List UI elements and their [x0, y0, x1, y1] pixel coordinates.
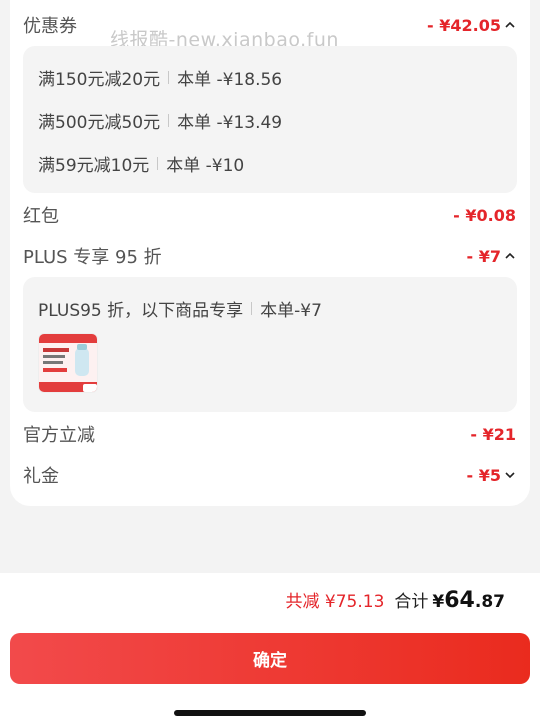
- plus-row[interactable]: PLUS 专享 95 折 - ¥7: [23, 241, 516, 271]
- product-image-icon: [39, 334, 97, 392]
- plus-value: - ¥7: [467, 247, 516, 266]
- red-packet-label: 红包: [23, 206, 59, 227]
- coupon-name: 满59元减10元: [38, 155, 150, 176]
- coupon-name: 满150元减20元: [38, 69, 161, 90]
- confirm-button[interactable]: 确定: [10, 633, 530, 684]
- plus-note-line: PLUS95 折，以下商品专享 本单-¥7: [38, 296, 322, 321]
- coupon-detail: 本单 -¥18.56: [177, 69, 283, 90]
- official-discount-row[interactable]: 官方立减 - ¥21: [23, 419, 516, 449]
- chevron-up-icon[interactable]: [504, 19, 516, 31]
- coupon-list: 满150元减20元 本单 -¥18.56 满500元减50元 本单 -¥13.4…: [23, 46, 517, 193]
- footer-bar: 共减 ¥75.13 合计 ¥ 64 .87 确定: [0, 573, 540, 726]
- red-packet-row[interactable]: 红包 - ¥0.08: [23, 200, 516, 230]
- gift-money-label: 礼金: [23, 466, 59, 487]
- list-item[interactable]: 满150元减20元 本单 -¥18.56: [38, 65, 283, 90]
- plus-label: PLUS 专享 95 折: [23, 247, 162, 268]
- totals: 共减 ¥75.13 合计 ¥ 64 .87: [286, 587, 505, 613]
- official-discount-label: 官方立减: [23, 425, 95, 446]
- divider: [168, 113, 170, 127]
- official-discount-value: - ¥21: [470, 424, 516, 444]
- total-currency: ¥: [432, 592, 445, 612]
- coupon-value: - ¥42.05: [427, 16, 516, 35]
- red-packet-value: - ¥0.08: [453, 205, 516, 225]
- product-thumbnail[interactable]: [38, 333, 98, 393]
- total-decimal: .87: [474, 592, 505, 612]
- discount-card: 优惠券 - ¥42.05 线报酷-new.xianbao.fun 满150元减2…: [10, 0, 530, 506]
- plus-amount: - ¥7: [466, 246, 501, 266]
- plus-detail-box: PLUS95 折，以下商品专享 本单-¥7: [23, 277, 517, 412]
- coupon-label: 优惠券: [23, 16, 77, 37]
- gift-money-amount: - ¥5: [466, 465, 501, 485]
- plus-detail: 本单-¥7: [260, 300, 322, 321]
- coupon-detail: 本单 -¥10: [166, 155, 245, 176]
- coupon-name: 满500元减50元: [38, 112, 161, 133]
- chevron-up-icon[interactable]: [504, 250, 516, 262]
- chevron-down-icon[interactable]: [504, 469, 516, 481]
- total-saved: 共减 ¥75.13: [285, 592, 385, 612]
- list-item[interactable]: 满59元减10元 本单 -¥10: [38, 151, 245, 176]
- gift-money-row[interactable]: 礼金 - ¥5: [23, 460, 516, 490]
- divider: [157, 156, 159, 170]
- coupon-amount: - ¥42.05: [427, 15, 501, 35]
- plus-note: PLUS95 折，以下商品专享: [38, 300, 244, 321]
- coupon-detail: 本单 -¥13.49: [177, 112, 283, 133]
- total-label: 合计: [394, 592, 429, 612]
- total-integer: 64: [444, 588, 475, 613]
- list-item[interactable]: 满500元减50元 本单 -¥13.49: [38, 108, 283, 133]
- gift-money-value: - ¥5: [467, 466, 516, 485]
- divider: [168, 70, 170, 84]
- divider: [251, 301, 253, 315]
- home-indicator: [174, 710, 366, 716]
